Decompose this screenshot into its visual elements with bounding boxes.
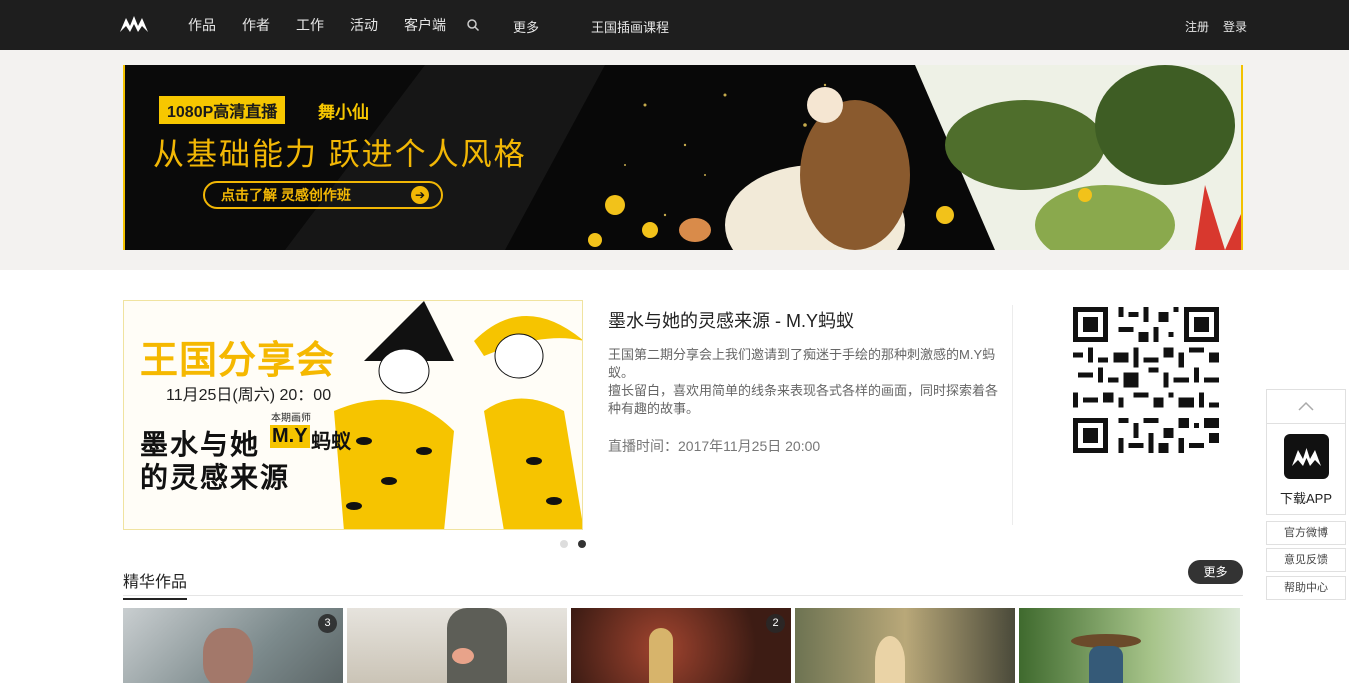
nav-course-link[interactable]: 王国插画课程 [591,17,669,36]
poster-date: 11月25日(周六) 20：00 [166,387,332,404]
poster-artist-name: M.Y [270,425,310,448]
search-icon[interactable] [466,18,480,32]
artwork-thumb[interactable] [347,608,567,683]
artwork-figure [1089,646,1123,683]
nav-item-jobs[interactable]: 工作 [296,15,324,35]
banner-area: 1080P高清直播 舞小仙 从基础能力 跃进个人风格 点击了解 灵感创作班 ➔ [0,50,1349,270]
feedback-link[interactable]: 意见反馈 [1266,548,1346,572]
image-count-badge: 3 [318,614,337,633]
register-link[interactable]: 注册 [1185,18,1209,35]
nav-more-link[interactable]: 更多 [513,17,539,36]
site-logo-icon[interactable] [118,12,150,36]
feature-description: 王国第二期分享会上我们邀请到了痴迷于手绘的那种刺激感的M.Y蚂蚁。 [608,347,996,380]
banner-tag: 1080P高清直播 [159,96,286,124]
feature-live-time: 直播时间：2017年11月25日 20:00 [608,438,821,454]
section-more-button[interactable]: 更多 [1188,560,1243,584]
help-center-link[interactable]: 帮助中心 [1266,576,1346,600]
back-to-top-button[interactable] [1266,389,1346,424]
section-divider [123,595,1243,596]
banner-headline: 从基础能力 跃进个人风格 [153,137,527,172]
official-weibo-link[interactable]: 官方微博 [1266,521,1346,545]
banner-cta-label: 点击了解 灵感创作班 [221,187,351,203]
chevron-up-icon [1298,401,1314,411]
artwork-figure [649,628,673,683]
carousel-dot[interactable] [560,540,568,548]
artwork-thumb[interactable]: 3 [123,608,343,683]
image-count-badge: 2 [766,614,785,633]
promo-banner[interactable]: 1080P高清直播 舞小仙 从基础能力 跃进个人风格 点击了解 灵感创作班 ➔ [123,65,1243,250]
artwork-figure [203,628,253,683]
app-logo-icon [1284,434,1329,479]
artwork-thumb[interactable] [795,608,1015,683]
feature-title[interactable]: 墨水与她的灵感来源 - M.Y蚂蚁 [608,307,854,333]
nav-item-works[interactable]: 作品 [188,15,216,35]
poster-title: 王国分享会 [140,340,336,382]
banner-author: 舞小仙 [318,103,369,122]
artwork-thumb[interactable] [1019,608,1240,683]
divider [1012,305,1013,525]
feature-poster[interactable]: 王国分享会 11月25日(周六) 20：00 本期画师 墨水与她 M.Y 蚂蚁 … [123,300,583,530]
login-link[interactable]: 登录 [1223,18,1247,35]
artwork-thumb[interactable]: 2 [571,608,791,683]
nav-item-events[interactable]: 活动 [350,15,378,35]
top-nav-bar: 作品 作者 工作 活动 客户端 更多 王国插画课程 注册 登录 [0,0,1349,50]
poster-headline-2: 的灵感来源 [140,462,291,493]
download-app-label: 下载APP [1279,491,1332,506]
nav-item-authors[interactable]: 作者 [242,15,270,35]
arrow-right-icon: ➔ [411,186,429,204]
main-nav: 作品 作者 工作 活动 客户端 [188,0,472,50]
nav-item-client[interactable]: 客户端 [404,15,446,35]
poster-subtitle: 本期画师 [271,413,311,424]
poster-artist-name-suffix: 蚂蚁 [311,431,351,453]
download-app-panel[interactable]: 下载APP [1266,424,1346,515]
artwork-figure [875,636,905,683]
artwork-figure [447,608,507,683]
artwork-detail [452,648,474,664]
banner-cta-button[interactable]: 点击了解 灵感创作班 ➔ [203,181,443,209]
qr-code-icon [1073,307,1219,453]
feature-description-2: 擅长留白，喜欢用简单的线条来表现各式各样的画面，同时探索着各种有趣的故事。 [608,383,999,416]
carousel-dot-active[interactable] [578,540,586,548]
